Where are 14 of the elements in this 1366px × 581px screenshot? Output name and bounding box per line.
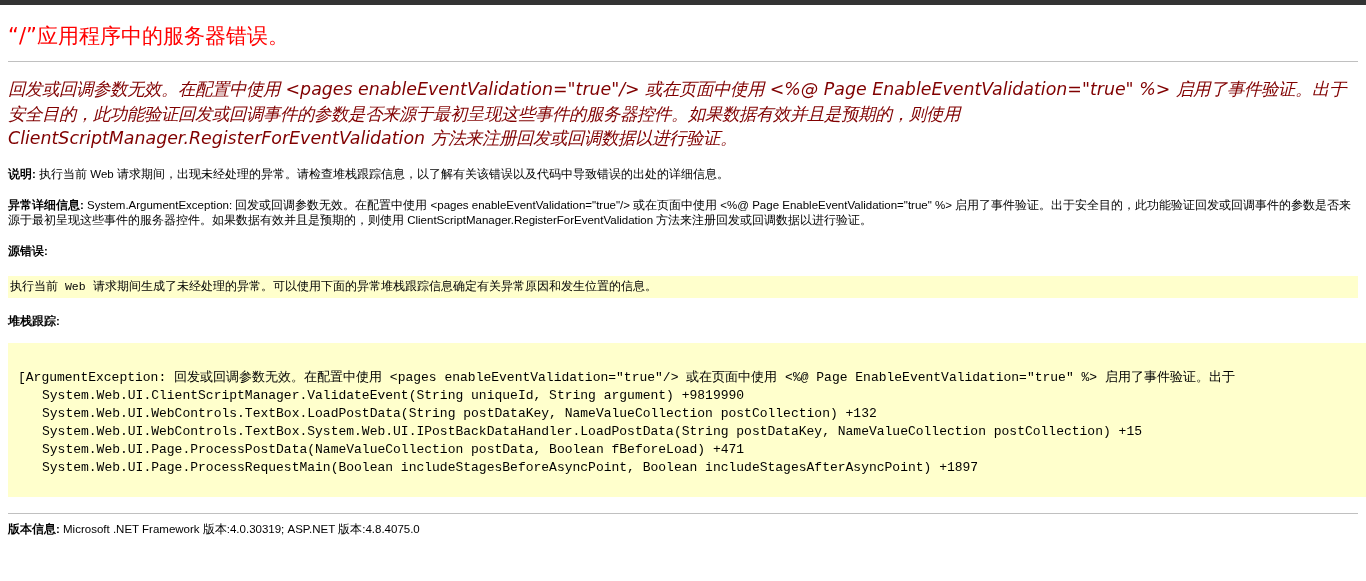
stack-frame-line: System.Web.UI.Page.ProcessRequestMain(Boolean includeStagesBeforeAsyncPoint, Boolean includeStagesAfterAsyncPoint) +1897 xyxy=(42,458,979,477)
stack-frame-line: System.Web.UI.WebControls.TextBox.LoadPostData(String postDataKey, NameValueCollection postCollection) +132 xyxy=(42,404,877,423)
description-text: 说明: 执行当前 Web 请求期间，出现未经处理的异常。请检查堆栈跟踪信息，以了解有关该错误以及代码中导致错误的出处的详细信息。 xyxy=(8,166,730,182)
stack-frame-line: System.Web.UI.Page.ProcessPostData(NameValueCollection postData, Boolean fBeforeLoad) +471 xyxy=(42,440,745,459)
stack-trace-label: 堆栈跟踪: xyxy=(8,313,60,329)
error-message: 回发或回调参数无效。在配置中使用 <pages enableEventValidation="true"/> 或在页面中使用 <%@ Page EnableEventValidation="true" %> 启用了事件验证。出于安全目的，此功能验证回发或回调事件的参数是否来源于最初呈现这些事件的服务器控件。如果数据有效并且是预期的，则使用 ClientScriptManager.RegisterForEventValidation 方法来注册回发或回调数据以进行验证。 xyxy=(8,78,1349,150)
exception-details-text: 异常详细信息: System.ArgumentException: 回发或回调参数无效。在配置中使用 <pages enableEventValidation="true"/> 或在页面中使用 <%@ Page EnableEventValidation="true" %> 启用了事件验证。出于安全目的，此功能验证回发或回调事件的参数是否来源于最初呈现这些事件的服务器控件。如果数据有效并且是预期的，则使用 ClientScriptManager.RegisterForEventValidation 方法来注册回发或回调数据以进行验证。 xyxy=(8,197,1353,228)
exception-line: [ArgumentException: 回发或回调参数无效。在配置中使用 <pages enableEventValidation="true"/> 或在页面中使用 <%@ Page EnableEventValidation="true" %> 启用了事件验证。出于 xyxy=(18,368,1235,387)
source-error-text: 执行当前 Web 请求期间生成了未经处理的异常。可以使用下面的异常堆栈跟踪信息确定有关异常原因和发生位置的信息。 xyxy=(10,279,657,293)
stack-frame-line: System.Web.UI.ClientScriptManager.ValidateEvent(String uniqueId, String argument) +9819990 xyxy=(42,386,745,405)
source-error-label: 源错误: xyxy=(8,243,48,259)
page-title: “/”应用程序中的服务器错误。 xyxy=(8,23,290,50)
stack-frame-line: System.Web.UI.WebControls.TextBox.System.Web.UI.IPostBackDataHandler.LoadPostData(String postDataKey, NameValueCollection postCollection) +15 xyxy=(42,422,1142,441)
version-info-text: 版本信息: Microsoft .NET Framework 版本:4.0.30319; ASP.NET 版本:4.8.4075.0 xyxy=(8,521,421,537)
